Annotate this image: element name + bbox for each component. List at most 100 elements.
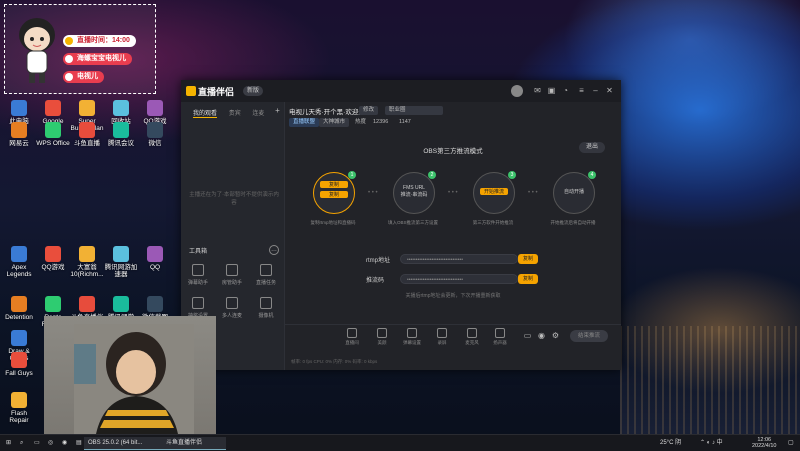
category-badge[interactable]: 直播联盟 (289, 118, 320, 127)
badge-icon (65, 55, 73, 63)
app-icon (45, 296, 61, 312)
camera-toggle-icon[interactable]: ▭ (523, 331, 532, 340)
search-icon[interactable]: ⌕ (16, 437, 27, 449)
badge-icon (65, 73, 73, 81)
desktop-icon[interactable]: 网易云 (2, 122, 36, 147)
chrome-icon[interactable]: ◉ (58, 437, 71, 449)
notification-icon[interactable]: ▢ (788, 437, 794, 449)
gift-icon[interactable]: ▣ (547, 86, 556, 95)
app-icon (147, 122, 163, 138)
desktop-icon[interactable]: 微信 (138, 122, 172, 147)
stream-code-field[interactable]: •••••••••••••••••••••••••••••••• (400, 274, 518, 284)
copy-rtmp-button[interactable]: 复制 (518, 254, 538, 264)
app-icon (113, 246, 129, 262)
weather[interactable]: 25°C 阴 (660, 437, 681, 449)
streamer-webcam-image (74, 324, 194, 434)
tool-room-admin[interactable]: 房管助手 (217, 264, 247, 286)
clock[interactable]: 12:06 2022/4/10 (752, 437, 776, 449)
step-1: 1 复制 复制 (313, 171, 356, 214)
name-pill: 电视儿 (63, 71, 104, 83)
message-icon[interactable]: ✉ (533, 86, 542, 95)
desktop-icon[interactable]: QQ游戏 (36, 246, 70, 271)
taskbar-obs[interactable]: OBS 25.0.2 (64 bit... (84, 437, 166, 450)
tool-live-task[interactable]: 直播任务 (251, 264, 281, 286)
add-icon[interactable]: + (273, 106, 282, 115)
app-icon (11, 392, 27, 408)
city-lights (620, 326, 800, 436)
stop-stream-button[interactable]: 结束推流 (570, 330, 608, 342)
desktop-icon[interactable]: Apex Legends (2, 246, 36, 278)
category-button[interactable]: 职业圈 (385, 106, 443, 115)
eye-icon[interactable]: ◉ (537, 331, 546, 340)
rtmp-field[interactable]: •••••••••••••••••••••••••••••••• (400, 254, 518, 264)
app-icon (11, 100, 27, 116)
tool-multi-link[interactable]: 多人连麦 (217, 297, 247, 319)
tray-icons[interactable]: ⌃ ◐ ♪ 中 (700, 437, 723, 449)
tool-danmu-helper[interactable]: 弹幕助手 (183, 264, 213, 286)
app-icon (79, 296, 95, 312)
app-icon (113, 122, 129, 138)
exit-mode-button[interactable]: 退出 (579, 142, 605, 153)
toolbox-more-icon[interactable]: … (269, 245, 279, 255)
clock-icon (65, 37, 73, 45)
desktop-icon[interactable]: 大富翁10(Richm... (70, 246, 104, 278)
mic-button[interactable]: 麦克风 (461, 328, 483, 346)
copy-code-button[interactable]: 复制 (518, 274, 538, 284)
close-button[interactable]: ✕ (605, 86, 614, 95)
tab-vip[interactable]: 贵宾 (229, 111, 241, 117)
desktop-icon-label: QQ游戏 (41, 264, 65, 271)
desktop-icon[interactable]: 斗鱼直播 (70, 122, 104, 147)
task-view-icon[interactable]: ▭ (30, 437, 44, 449)
menu-icon[interactable]: ≡ (577, 86, 586, 95)
streamer-overlay: 直播时间：14:00 海螺宝宝电视儿 电视儿 (4, 4, 156, 94)
live-time-pill: 直播时间：14:00 (63, 35, 136, 47)
desktop-icon[interactable]: Flash Repair (2, 392, 36, 424)
beauty-icon (377, 328, 387, 338)
version-badge[interactable]: 新版 (243, 86, 264, 96)
tool-camera[interactable]: 摄像机 (251, 297, 281, 319)
edit-title-button[interactable]: 修改 (359, 106, 379, 115)
lottery-icon (192, 297, 204, 309)
desktop-icon[interactable]: 腾讯会议 (104, 122, 138, 147)
tab-link[interactable]: 连麦 (252, 111, 264, 117)
desktop-icon[interactable]: Detention (2, 296, 36, 321)
beauty-button[interactable]: 美颜 (371, 328, 393, 346)
room-button[interactable]: 直播间 (341, 328, 363, 346)
app-icon (147, 296, 163, 312)
desktop-icon[interactable]: QQ (138, 246, 172, 271)
arrow-icon: • • • (448, 190, 458, 196)
danmu-icon (192, 264, 204, 276)
app-icon (45, 246, 61, 262)
minimize-button[interactable]: – (591, 86, 600, 95)
desktop-icon-label: 腾讯网游加速器 (104, 264, 138, 278)
desktop-icon-label: 大富翁10(Richm... (70, 264, 104, 278)
desktop-icon[interactable]: WPS Office (36, 122, 70, 147)
desktop-icon-label: 微信 (148, 140, 162, 147)
hint-text: 关播后rtmp地址会更新，下次开播重新获取 (405, 293, 501, 299)
title-bar[interactable]: 直播伴侣 新版 ✉ ▣ ◔ ≡ – ✕ (181, 80, 621, 102)
desktop-icon[interactable]: Fall Guys (2, 352, 36, 377)
steam-icon[interactable]: ◎ (44, 437, 57, 449)
status-bar: 帧率: 0 fps CPU: 0% 内存: 0% 码率: 0 kbps (291, 359, 378, 364)
step-3: 3 开始推流 (473, 171, 516, 214)
room-title[interactable]: 电视儿天秀·开个黑·欢迎来 (289, 106, 365, 116)
step-2: 2 FMS URL 推流·串流码 (393, 171, 436, 214)
app-icon (147, 246, 163, 262)
tab-watching[interactable]: 我的观看 (193, 111, 218, 118)
camera-icon (260, 297, 272, 309)
taskbar-live-companion[interactable]: 斗鱼直播伴侣 (162, 437, 226, 450)
bell-icon[interactable]: ◔ (561, 86, 570, 95)
bottom-toolbar: 直播间 美颜 弹幕设置 录屏 麦克风 扬声器 ▭ ◉ ⚙ 结束推流 (285, 324, 621, 349)
settings-icon[interactable]: ⚙ (551, 331, 560, 340)
tag-badge[interactable]: 大神城市 (319, 118, 350, 127)
user-avatar[interactable] (511, 85, 523, 97)
step-1-copy-chip-2: 复制 (320, 191, 348, 198)
start-icon[interactable]: ⊞ (2, 437, 15, 449)
obs-mode-title: OBS第三方推流模式 (423, 148, 483, 155)
speaker-button[interactable]: 扬声器 (489, 328, 511, 346)
record-button[interactable]: 录屏 (431, 328, 453, 346)
desktop-icon[interactable]: 腾讯网游加速器 (104, 246, 138, 278)
app-icon (79, 122, 95, 138)
danmu-settings-button[interactable]: 弹幕设置 (401, 328, 423, 346)
app-icon (147, 100, 163, 116)
